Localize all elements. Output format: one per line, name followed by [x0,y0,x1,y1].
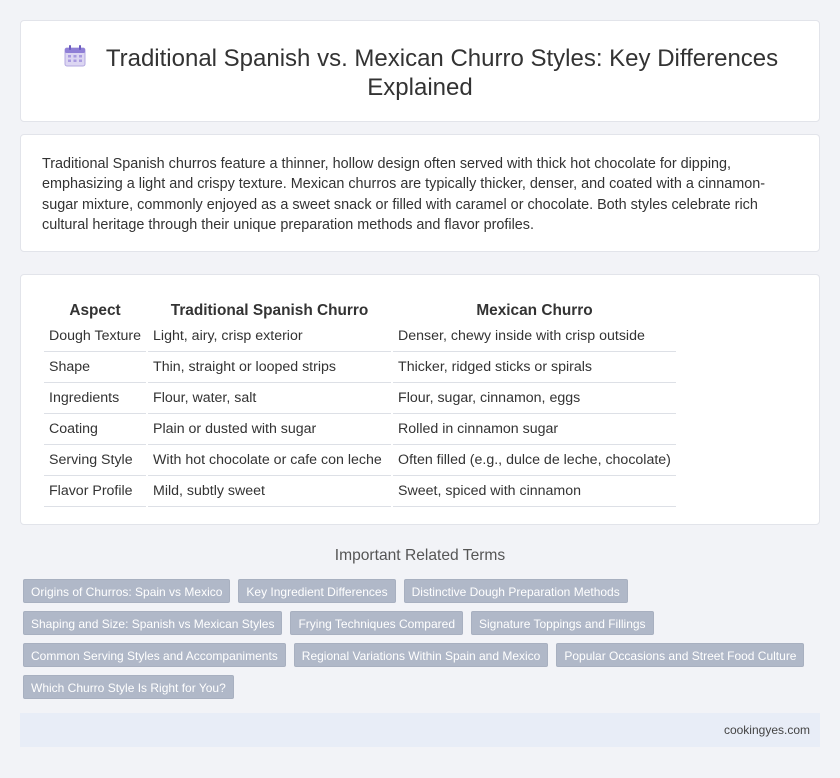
tag-row: Common Serving Styles and Accompaniments… [23,643,823,667]
column-header: Traditional Spanish Churro [170,302,369,319]
table-row: Shape Thin, straight or looped strips Th… [44,352,676,383]
table-cell: Thin, straight or looped strips [148,352,392,383]
table-cell: Flour, sugar, cinnamon, eggs [393,383,676,414]
table-cell: Thicker, ridged sticks or spirals [393,352,676,383]
tag-row: Which Churro Style Is Right for You? [23,675,823,699]
comparison-table: Aspect Traditional Spanish Churro Mexica… [42,295,678,507]
related-term-tag[interactable]: Which Churro Style Is Right for You? [23,675,234,699]
table-cell: Ingredients [44,383,147,414]
table-cell: Shape [44,352,147,383]
table-row: Ingredients Flour, water, salt Flour, su… [44,383,676,414]
intro-card: Traditional Spanish churros feature a th… [20,134,820,252]
tag-row: Origins of Churros: Spain vs Mexico Key … [23,579,823,603]
column-header: Aspect [69,302,121,319]
related-term-tag[interactable]: Regional Variations Within Spain and Mex… [293,643,549,667]
related-term-tag[interactable]: Distinctive Dough Preparation Methods [403,579,628,603]
related-terms-list: Origins of Churros: Spain vs Mexico Key … [23,579,823,707]
table-cell: Often filled (e.g., dulce de leche, choc… [393,445,676,476]
footer-source: cookingyes.com [723,723,810,737]
table-row: Serving Style With hot chocolate or cafe… [44,445,676,476]
table-cell: Sweet, spiced with cinnamon [393,476,676,507]
tag-row: Shaping and Size: Spanish vs Mexican Sty… [23,611,823,635]
calendar-icon [64,45,86,67]
page-title-wrap: Traditional Spanish vs. Mexican Churro S… [61,43,779,102]
table-cell: Rolled in cinnamon sugar [393,414,676,445]
related-term-tag[interactable]: Signature Toppings and Fillings [471,611,654,635]
related-term-tag[interactable]: Common Serving Styles and Accompaniments [23,643,286,667]
page-title: Traditional Spanish vs. Mexican Churro S… [105,45,779,101]
comparison-table-card: Aspect Traditional Spanish Churro Mexica… [20,274,820,525]
intro-paragraph: Traditional Spanish churros feature a th… [42,156,766,234]
table-cell: Flour, water, salt [148,383,392,414]
title-card: Traditional Spanish vs. Mexican Churro S… [20,20,820,122]
table-cell: Dough Texture [44,321,147,352]
table-cell: Flavor Profile [44,476,147,507]
table-cell: With hot chocolate or cafe con leche [148,445,392,476]
table-cell: Plain or dusted with sugar [148,414,392,445]
related-term-tag[interactable]: Key Ingredient Differences [238,579,396,603]
table-cell: Light, airy, crisp exterior [148,321,392,352]
table-cell: Denser, chewy inside with crisp outside [393,321,676,352]
related-term-tag[interactable]: Origins of Churros: Spain vs Mexico [23,579,231,603]
related-term-tag[interactable]: Shaping and Size: Spanish vs Mexican Sty… [23,611,283,635]
table-cell: Serving Style [44,445,147,476]
related-terms-heading: Important Related Terms [334,547,506,564]
table-row: Dough Texture Light, airy, crisp exterio… [44,321,676,352]
column-header: Mexican Churro [476,302,593,319]
table-cell: Coating [44,414,147,445]
table-row: Coating Plain or dusted with sugar Rolle… [44,414,676,445]
related-term-tag[interactable]: Popular Occasions and Street Food Cultur… [556,643,805,667]
related-term-tag[interactable]: Frying Techniques Compared [290,611,463,635]
footer-bar: cookingyes.com [20,713,820,747]
table-cell: Mild, subtly sweet [148,476,392,507]
table-row: Flavor Profile Mild, subtly sweet Sweet,… [44,476,676,507]
table-header-row: Aspect Traditional Spanish Churro Mexica… [44,295,676,321]
